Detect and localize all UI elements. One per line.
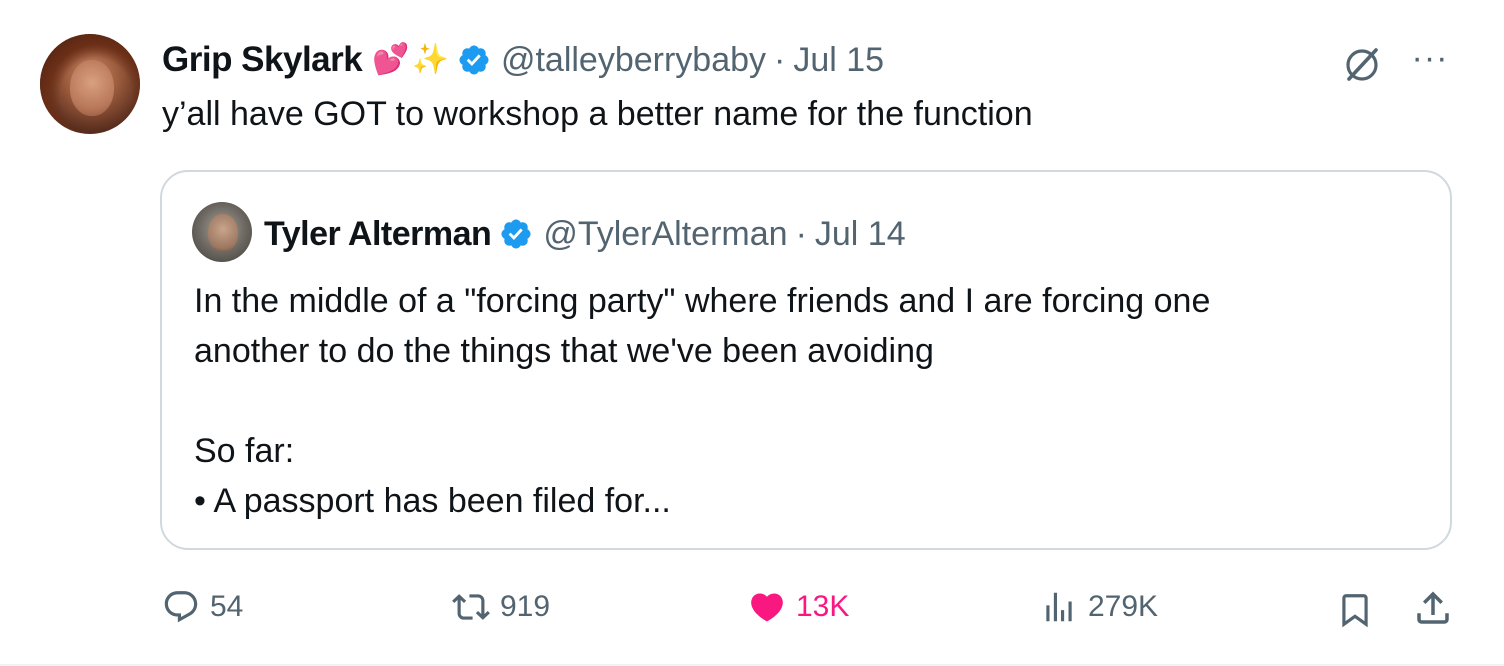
reply-button[interactable]: 54: [162, 588, 243, 626]
like-button[interactable]: 13K: [748, 588, 849, 626]
quote-author-handle[interactable]: @TylerAlterman: [543, 215, 787, 254]
reply-count: 54: [210, 590, 244, 623]
share-icon[interactable]: [1412, 586, 1454, 630]
tweet-header: Grip Skylark 💕 ✨ @talleyberrybaby · Jul …: [162, 38, 884, 82]
reply-icon: [164, 591, 198, 623]
quote-text: In the middle of a "forcing party" where…: [194, 276, 1210, 526]
sparkles-emoji: ✨: [411, 43, 449, 76]
hearts-emoji: 💕: [372, 43, 410, 76]
author-avatar[interactable]: [40, 34, 140, 134]
more-icon[interactable]: ···: [1404, 41, 1456, 80]
separator-dot: ·: [774, 40, 786, 79]
quote-header: Tyler Alterman @TylerAlterman · Jul 14: [264, 212, 906, 256]
quote-date[interactable]: Jul 14: [815, 215, 906, 254]
quote-author-name[interactable]: Tyler Alterman: [264, 215, 492, 254]
separator-dot: ·: [795, 214, 807, 253]
grok-icon[interactable]: [1340, 42, 1384, 86]
avatar-face: [70, 60, 114, 116]
quote-text-line: So far:: [194, 432, 295, 470]
quote-text-line: [194, 376, 1210, 426]
view-count: 279K: [1088, 590, 1159, 623]
repost-count: 919: [500, 590, 551, 623]
quote-text-line: • A passport has been filed for...: [194, 482, 671, 520]
like-count: 13K: [796, 590, 850, 623]
repost-button[interactable]: 919: [452, 588, 550, 626]
retweet-icon: [452, 594, 490, 620]
tweet-text: y’all have GOT to workshop a better name…: [162, 95, 1033, 133]
views-button[interactable]: 279K: [1040, 588, 1158, 626]
author-name[interactable]: Grip Skylark: [162, 40, 363, 80]
verified-icon[interactable]: [499, 217, 533, 251]
quoted-tweet[interactable]: Tyler Alterman @TylerAlterman · Jul 14 I…: [160, 170, 1452, 550]
action-bar: 54 919 13K 279K: [0, 580, 1504, 640]
tweet[interactable]: Grip Skylark 💕 ✨ @talleyberrybaby · Jul …: [0, 0, 1504, 666]
heart-icon: [751, 593, 783, 622]
quote-text-line: another to do the things that we've been…: [194, 332, 934, 370]
views-icon: [1046, 592, 1072, 622]
verified-icon[interactable]: [457, 43, 491, 77]
quote-author-avatar[interactable]: [192, 202, 252, 262]
bookmark-icon[interactable]: [1336, 588, 1374, 632]
quote-avatar-face: [208, 214, 238, 252]
post-date[interactable]: Jul 15: [793, 41, 884, 80]
author-handle[interactable]: @talleyberrybaby: [501, 41, 766, 80]
quote-text-line: In the middle of a "forcing party" where…: [194, 282, 1211, 320]
